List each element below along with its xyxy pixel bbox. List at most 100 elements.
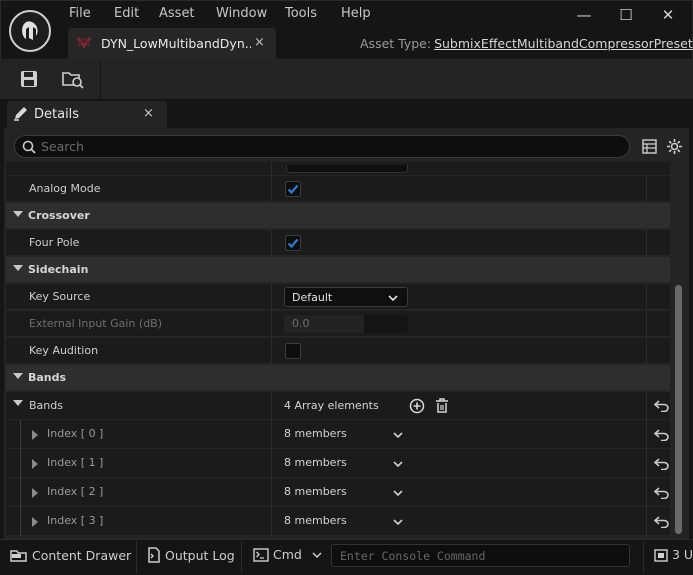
property-row-analog-mode: Analog Mode — [6, 176, 670, 202]
source-control-button[interactable]: 3 U — [654, 547, 693, 562]
property-label: Key Audition — [29, 344, 99, 357]
status-separator — [136, 541, 137, 573]
document-tab-label: DYN_LowMultibandDyn... — [101, 36, 251, 51]
property-label: Bands — [29, 399, 63, 412]
toolbar — [0, 59, 693, 99]
pencil-icon — [14, 107, 27, 121]
chevron-down-icon — [312, 552, 322, 559]
menu-file[interactable]: File — [69, 6, 91, 21]
status-separator — [643, 541, 644, 573]
close-tab-icon[interactable]: × — [254, 35, 265, 50]
asset-type-label: Asset Type: — [360, 36, 432, 51]
scrollbar-thumb[interactable] — [675, 285, 682, 534]
search-icon — [22, 140, 36, 154]
reset-to-default-icon[interactable] — [654, 429, 670, 441]
array-count: 4 Array elements — [284, 399, 379, 412]
category-crossover[interactable]: Crossover — [6, 203, 670, 229]
member-count: 8 members — [284, 427, 347, 440]
chevron-down-icon[interactable] — [393, 488, 403, 498]
member-count: 8 members — [284, 485, 347, 498]
save-icon — [21, 71, 37, 87]
content-drawer-label: Content Drawer — [32, 548, 132, 563]
expand-arrow-icon — [13, 211, 23, 217]
content-drawer-icon — [10, 550, 27, 562]
reset-to-default-icon[interactable] — [654, 458, 670, 470]
console-placeholder: Enter Console Command — [340, 549, 486, 563]
category-bands[interactable]: Bands — [6, 365, 670, 391]
reset-to-default-icon[interactable] — [654, 487, 670, 499]
settings-gear-icon[interactable] — [666, 138, 683, 155]
four-pole-checkbox[interactable] — [285, 235, 301, 251]
maximize-button[interactable]: ☐ — [612, 4, 640, 26]
property-row-four-pole: Four Pole — [6, 230, 670, 256]
expand-arrow-icon — [32, 517, 38, 527]
reset-to-default-icon[interactable] — [654, 400, 670, 412]
category-sidechain[interactable]: Sidechain — [6, 257, 670, 283]
category-label: Sidechain — [28, 263, 89, 276]
reset-to-default-icon[interactable] — [654, 516, 670, 528]
tree-line — [20, 507, 21, 536]
tree-line — [20, 449, 21, 478]
minimize-button[interactable]: — — [570, 4, 598, 26]
chevron-down-icon[interactable] — [393, 517, 403, 527]
toolbar-separator — [100, 60, 101, 100]
asset-type-link[interactable]: SubmixEffectMultibandCompressorPreset — [434, 36, 693, 51]
close-window-button[interactable]: ✕ — [654, 4, 682, 26]
member-count: 8 members — [284, 514, 347, 527]
menu-asset[interactable]: Asset — [159, 6, 195, 21]
chevron-down-icon[interactable] — [393, 459, 403, 469]
expand-arrow-icon — [13, 265, 23, 271]
close-details-icon[interactable]: × — [143, 106, 154, 121]
key-source-dropdown[interactable]: Default — [284, 287, 408, 307]
array-element-row[interactable]: Index [ 1 ] 8 members — [6, 449, 670, 478]
index-label: Index [ 3 ] — [47, 514, 104, 527]
add-element-icon[interactable] — [409, 398, 425, 414]
trash-icon[interactable] — [435, 398, 449, 414]
property-row-bands-array[interactable]: Bands 4 Array elements — [6, 392, 670, 420]
asset-icon — [77, 36, 91, 48]
index-label: Index [ 0 ] — [47, 427, 104, 440]
browse-to-asset-button[interactable] — [58, 64, 88, 94]
expand-arrow-icon — [32, 459, 38, 469]
array-element-row[interactable]: Index [ 3 ] 8 members — [6, 507, 670, 536]
property-label: Key Source — [29, 290, 91, 303]
chevron-down-icon[interactable] — [393, 430, 403, 440]
checkmark-icon — [287, 238, 299, 249]
array-element-row[interactable]: Index [ 2 ] 8 members — [6, 478, 670, 507]
category-label: Bands — [28, 371, 67, 384]
search-input[interactable]: Search — [14, 135, 630, 158]
output-log-button[interactable]: Output Log — [147, 547, 235, 563]
expand-arrow-icon — [32, 430, 38, 440]
content-drawer-button[interactable]: Content Drawer — [10, 547, 131, 563]
index-label: Index [ 1 ] — [47, 456, 104, 469]
save-button[interactable] — [14, 64, 44, 94]
property-row-key-source: Key Source Default — [6, 284, 670, 310]
search-placeholder: Search — [41, 139, 84, 154]
menu-help[interactable]: Help — [341, 6, 371, 21]
asset-type: Asset Type: SubmixEffectMultibandCompress… — [360, 36, 693, 51]
status-separator — [241, 541, 242, 573]
document-tab[interactable]: DYN_LowMultibandDyn... × — [68, 28, 276, 59]
checkmark-icon — [287, 184, 299, 195]
menu-edit[interactable]: Edit — [114, 6, 139, 21]
category-label: Crossover — [28, 209, 90, 222]
property-row-external-input-gain: External Input Gain (dB) 0.0 — [6, 311, 670, 337]
key-audition-checkbox[interactable] — [285, 343, 301, 359]
source-control-label: 3 U — [672, 547, 693, 562]
unreal-logo-icon[interactable] — [9, 10, 51, 52]
property-matrix-icon[interactable] — [642, 139, 657, 154]
array-element-row[interactable]: Index [ 0 ] 8 members — [6, 420, 670, 449]
tree-line — [20, 420, 21, 449]
details-tab[interactable]: Details × — [7, 101, 167, 128]
property-row-key-audition: Key Audition — [6, 338, 670, 364]
output-log-icon — [148, 547, 160, 563]
browse-to-asset-icon — [62, 72, 84, 89]
external-input-gain-field: 0.0 — [284, 315, 408, 333]
partial-row — [6, 162, 670, 176]
menu-tools[interactable]: Tools — [285, 6, 317, 21]
expand-arrow-icon — [32, 488, 38, 498]
console-command-input[interactable]: Enter Console Command — [331, 544, 630, 567]
menu-window[interactable]: Window — [216, 6, 267, 21]
cmd-dropdown[interactable]: Cmd — [253, 547, 322, 562]
analog-mode-checkbox[interactable] — [285, 181, 301, 197]
